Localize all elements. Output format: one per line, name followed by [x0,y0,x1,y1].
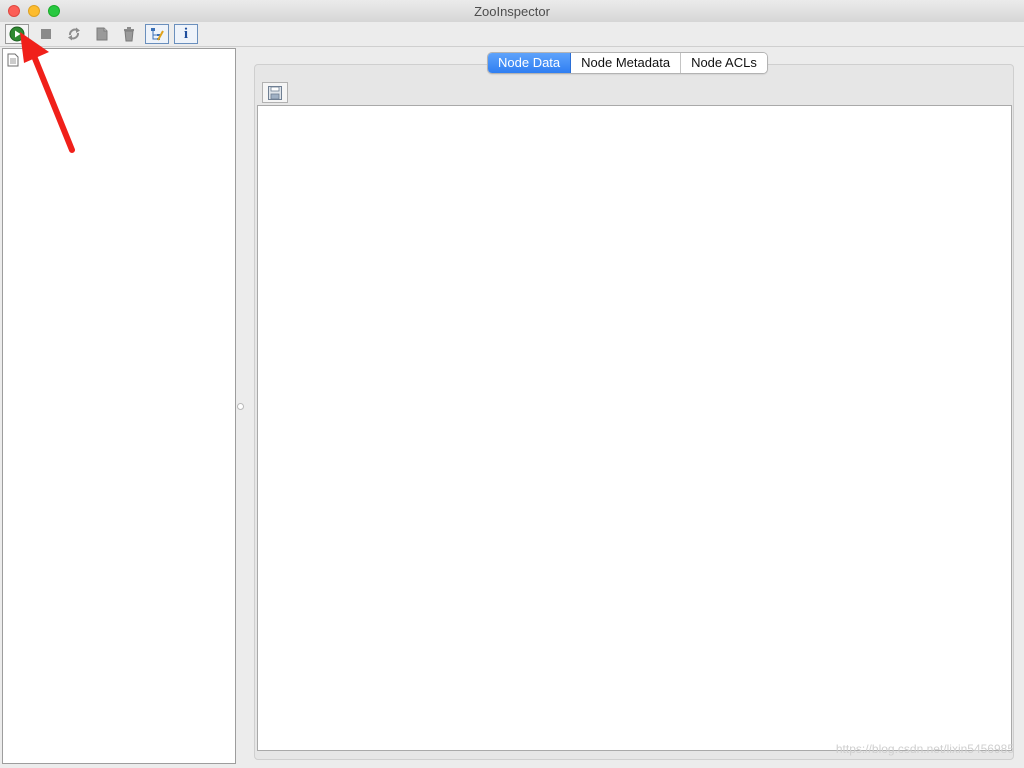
split-pane-divider[interactable] [237,403,244,410]
node-viewers-button[interactable] [145,24,169,44]
add-node-button[interactable] [90,24,114,44]
tab-node-data[interactable]: Node Data [488,53,572,73]
save-button[interactable] [262,82,288,103]
info-icon: i [183,25,189,42]
tree-edit-icon [151,28,164,41]
add-node-icon [96,27,108,41]
disconnect-button[interactable] [34,24,58,44]
refresh-button[interactable] [62,24,86,44]
zooinspector-window: ZooInspector i Node Data Node Metadata N… [0,0,1024,768]
refresh-icon [68,27,80,41]
delete-icon [124,27,134,42]
toolbar: i [0,22,1024,47]
title-bar: ZooInspector [0,0,1024,23]
tab-bar: Node Data Node Metadata Node ACLs [487,52,768,74]
tab-node-acls[interactable]: Node ACLs [681,53,767,73]
stop-icon [41,29,51,39]
floppy-disk-icon [268,85,282,100]
play-icon [9,26,25,42]
connect-button[interactable] [5,24,29,44]
document-icon[interactable] [7,53,19,67]
window-title: ZooInspector [474,4,550,19]
node-data-editor[interactable] [257,105,1012,751]
watermark-text: https://blog.csdn.net/lixin5456985 [835,742,1014,756]
node-tree-panel[interactable] [2,48,236,764]
tab-node-metadata[interactable]: Node Metadata [571,53,682,73]
delete-node-button[interactable] [117,24,141,44]
about-button[interactable]: i [174,24,198,44]
